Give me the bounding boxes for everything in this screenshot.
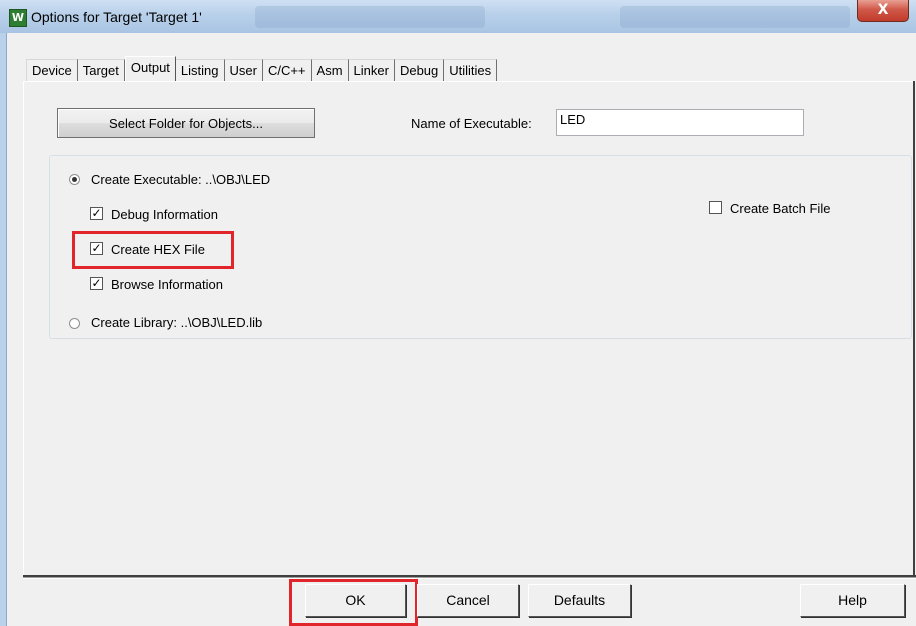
name-of-executable-label: Name of Executable:: [411, 116, 532, 131]
tab-debug[interactable]: Debug: [394, 59, 445, 82]
name-of-executable-field[interactable]: LED: [556, 109, 804, 136]
window-title: Options for Target 'Target 1': [31, 9, 202, 25]
create-executable-label: Create Executable: ..\OBJ\LED: [91, 172, 271, 187]
cancel-button[interactable]: Cancel: [417, 584, 519, 617]
tab-device[interactable]: Device: [26, 59, 78, 82]
tab-target[interactable]: Target: [77, 59, 125, 82]
browse-information-checkbox[interactable]: ✓: [90, 277, 103, 290]
blurred-toolbar-background: [620, 6, 850, 28]
debug-information-checkbox[interactable]: ✓: [90, 207, 103, 220]
select-folder-button[interactable]: Select Folder for Objects...: [57, 108, 315, 138]
create-executable-radio[interactable]: [69, 174, 80, 185]
tab-linker[interactable]: Linker: [348, 59, 395, 82]
create-library-label: Create Library: ..\OBJ\LED.lib: [91, 315, 263, 330]
button-separator: [23, 577, 916, 579]
tab-listing[interactable]: Listing: [175, 59, 225, 82]
defaults-button[interactable]: Defaults: [528, 584, 631, 617]
help-button[interactable]: Help: [800, 584, 905, 617]
close-icon[interactable]: X: [857, 0, 909, 22]
app-icon: W: [9, 9, 27, 27]
debug-information-label: Debug Information: [111, 207, 218, 222]
browse-information-label: Browse Information: [111, 277, 223, 292]
panel-border: [913, 81, 915, 576]
tab-utilities[interactable]: Utilities: [444, 59, 498, 82]
create-library-radio[interactable]: [69, 318, 80, 329]
tab-c-cpp[interactable]: C/C++: [262, 59, 312, 82]
highlight-box-hex: [72, 231, 234, 269]
tab-user[interactable]: User: [224, 59, 263, 82]
create-batch-file-label: Create Batch File: [730, 201, 831, 216]
title-bar: W Options for Target 'Target 1' X: [0, 0, 916, 33]
tab-output[interactable]: Output: [124, 56, 176, 82]
tab-strip: Device Target Output Listing User C/C++ …: [26, 55, 498, 82]
tab-asm[interactable]: Asm: [311, 59, 349, 82]
highlight-box-ok: [289, 579, 418, 626]
create-batch-file-checkbox[interactable]: [709, 201, 722, 214]
blurred-toolbar-background: [255, 6, 485, 28]
